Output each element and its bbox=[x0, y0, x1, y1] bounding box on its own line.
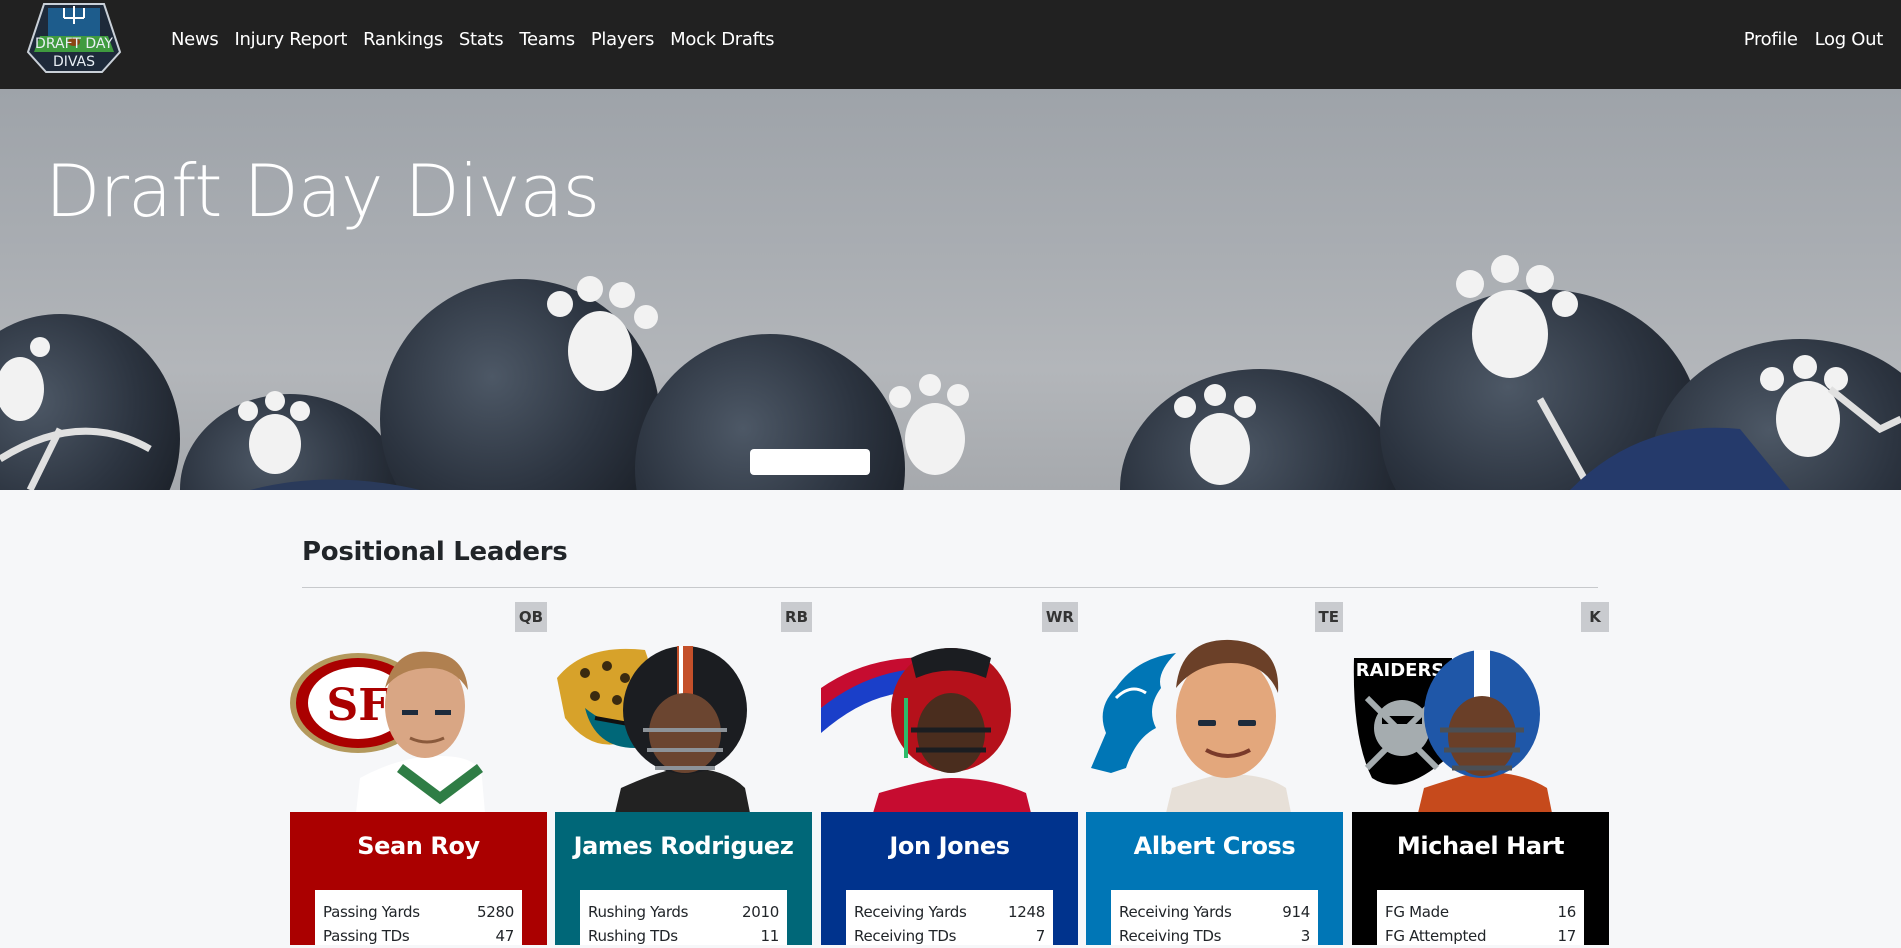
stat-label: Receiving TDs bbox=[1119, 927, 1222, 945]
player-portrait bbox=[1086, 638, 1343, 813]
stat-label: FG Made bbox=[1385, 903, 1449, 921]
stat-row: Rushing Yards 2010 bbox=[588, 900, 779, 924]
leader-card-k[interactable]: K RAIDERS Michael Hart FG Made 16 FG Att… bbox=[1352, 602, 1609, 945]
site-logo[interactable]: DRAFT DAY DIVAS bbox=[18, 2, 130, 74]
stat-row: FG Made 16 bbox=[1385, 900, 1576, 924]
svg-text:SF: SF bbox=[326, 680, 389, 731]
leader-card-rb[interactable]: RB James Rodriguez Rushing Yards 2010 Ru… bbox=[555, 602, 812, 945]
stat-row: Receiving Yards 1248 bbox=[854, 900, 1045, 924]
stat-value: 3 bbox=[1300, 927, 1311, 945]
stat-label: Receiving Yards bbox=[1119, 903, 1232, 921]
player-portrait: RAIDERS bbox=[1352, 638, 1609, 813]
top-navbar: DRAFT DAY DIVAS News Injury Report Ranki… bbox=[0, 0, 1901, 89]
stat-value: 17 bbox=[1557, 927, 1577, 945]
stat-row: Receiving TDs 3 bbox=[1119, 924, 1310, 948]
section-title: Positional Leaders bbox=[302, 537, 568, 567]
hero-banner: Draft Day Divas bbox=[0, 89, 1901, 490]
stats-box: Rushing Yards 2010 Rushing TDs 11 bbox=[580, 890, 787, 945]
nav-profile[interactable]: Profile bbox=[1744, 29, 1798, 50]
stat-value: 16 bbox=[1557, 903, 1577, 921]
card-body: Sean Roy Passing Yards 5280 Passing TDs 47 bbox=[290, 812, 547, 945]
nav-stats[interactable]: Stats bbox=[459, 29, 504, 50]
position-badge: RB bbox=[781, 602, 812, 632]
leader-card-qb[interactable]: QB SF Sean Roy Passing Yards 5280 Passin… bbox=[290, 602, 547, 945]
stat-row: Receiving Yards 914 bbox=[1119, 900, 1310, 924]
nav-mock-drafts[interactable]: Mock Drafts bbox=[670, 29, 774, 50]
stat-value: 7 bbox=[1035, 927, 1046, 945]
nav-log-out[interactable]: Log Out bbox=[1815, 29, 1884, 50]
card-body: James Rodriguez Rushing Yards 2010 Rushin… bbox=[555, 812, 812, 945]
logo-text-top: DRAFT DAY bbox=[35, 36, 113, 52]
nav-rankings[interactable]: Rankings bbox=[363, 29, 443, 50]
stat-value: 1248 bbox=[1008, 903, 1045, 921]
position-badge: K bbox=[1581, 602, 1609, 632]
stat-value: 2010 bbox=[742, 903, 779, 921]
positional-leaders-cards: QB SF Sean Roy Passing Yards 5280 Passin… bbox=[290, 602, 1610, 945]
stat-label: FG Attempted bbox=[1385, 927, 1487, 945]
player-name[interactable]: Michael Hart bbox=[1352, 832, 1609, 860]
position-badge: QB bbox=[514, 602, 547, 632]
stat-value: 11 bbox=[760, 927, 780, 945]
stats-box: Passing Yards 5280 Passing TDs 47 bbox=[315, 890, 522, 945]
stat-value: 914 bbox=[1282, 903, 1310, 921]
stat-label: Receiving Yards bbox=[854, 903, 967, 921]
player-portrait bbox=[555, 638, 812, 813]
card-body: Albert Cross Receiving Yards 914 Receivin… bbox=[1086, 812, 1343, 945]
stat-row: Passing TDs 47 bbox=[323, 924, 514, 948]
card-body: Michael Hart FG Made 16 FG Attempted 17 bbox=[1352, 812, 1609, 945]
nav-players[interactable]: Players bbox=[591, 29, 655, 50]
section-divider bbox=[302, 587, 1598, 588]
card-body: Jon Jones Receiving Yards 1248 Receiving … bbox=[821, 812, 1078, 945]
stat-row: FG Attempted 17 bbox=[1385, 924, 1576, 948]
stat-label: Passing Yards bbox=[323, 903, 420, 921]
player-name[interactable]: Jon Jones bbox=[821, 832, 1078, 860]
stat-label: Rushing TDs bbox=[588, 927, 678, 945]
stat-label: Rushing Yards bbox=[588, 903, 689, 921]
nav-news[interactable]: News bbox=[171, 29, 219, 50]
position-badge: WR bbox=[1041, 602, 1078, 632]
leader-card-wr[interactable]: WR Jon Jones Receiving Yards 1248 Receivi… bbox=[821, 602, 1078, 945]
stat-label: Passing TDs bbox=[323, 927, 410, 945]
stats-box: Receiving Yards 1248 Receiving TDs 7 bbox=[846, 890, 1053, 945]
player-name[interactable]: Albert Cross bbox=[1086, 832, 1343, 860]
stat-value: 5280 bbox=[477, 903, 514, 921]
logo-text-bottom: DIVAS bbox=[53, 54, 95, 70]
nav-teams[interactable]: Teams bbox=[519, 29, 575, 50]
nav-injury-report[interactable]: Injury Report bbox=[234, 29, 347, 50]
stat-row: Rushing TDs 11 bbox=[588, 924, 779, 948]
leader-card-te[interactable]: TE Albert Cross Receiving Yards 914 Recei… bbox=[1086, 602, 1343, 945]
stat-label: Receiving TDs bbox=[854, 927, 957, 945]
main-nav: News Injury Report Rankings Stats Teams … bbox=[171, 0, 790, 78]
position-badge: TE bbox=[1314, 602, 1343, 632]
player-name[interactable]: Sean Roy bbox=[290, 832, 547, 860]
lions-logo-icon bbox=[1091, 653, 1176, 773]
stat-value: 47 bbox=[495, 927, 515, 945]
stats-box: Receiving Yards 914 Receiving TDs 3 bbox=[1111, 890, 1318, 945]
stats-box: FG Made 16 FG Attempted 17 bbox=[1377, 890, 1584, 945]
stat-row: Passing Yards 5280 bbox=[323, 900, 514, 924]
player-portrait: SF bbox=[290, 638, 547, 813]
stat-row: Receiving TDs 7 bbox=[854, 924, 1045, 948]
hero-title: Draft Day Divas bbox=[45, 149, 600, 233]
player-name[interactable]: James Rodriguez bbox=[555, 832, 812, 860]
user-nav: Profile Log Out bbox=[1727, 0, 1884, 78]
raiders-logo-text: RAIDERS bbox=[1356, 660, 1445, 681]
player-portrait bbox=[821, 638, 1078, 813]
